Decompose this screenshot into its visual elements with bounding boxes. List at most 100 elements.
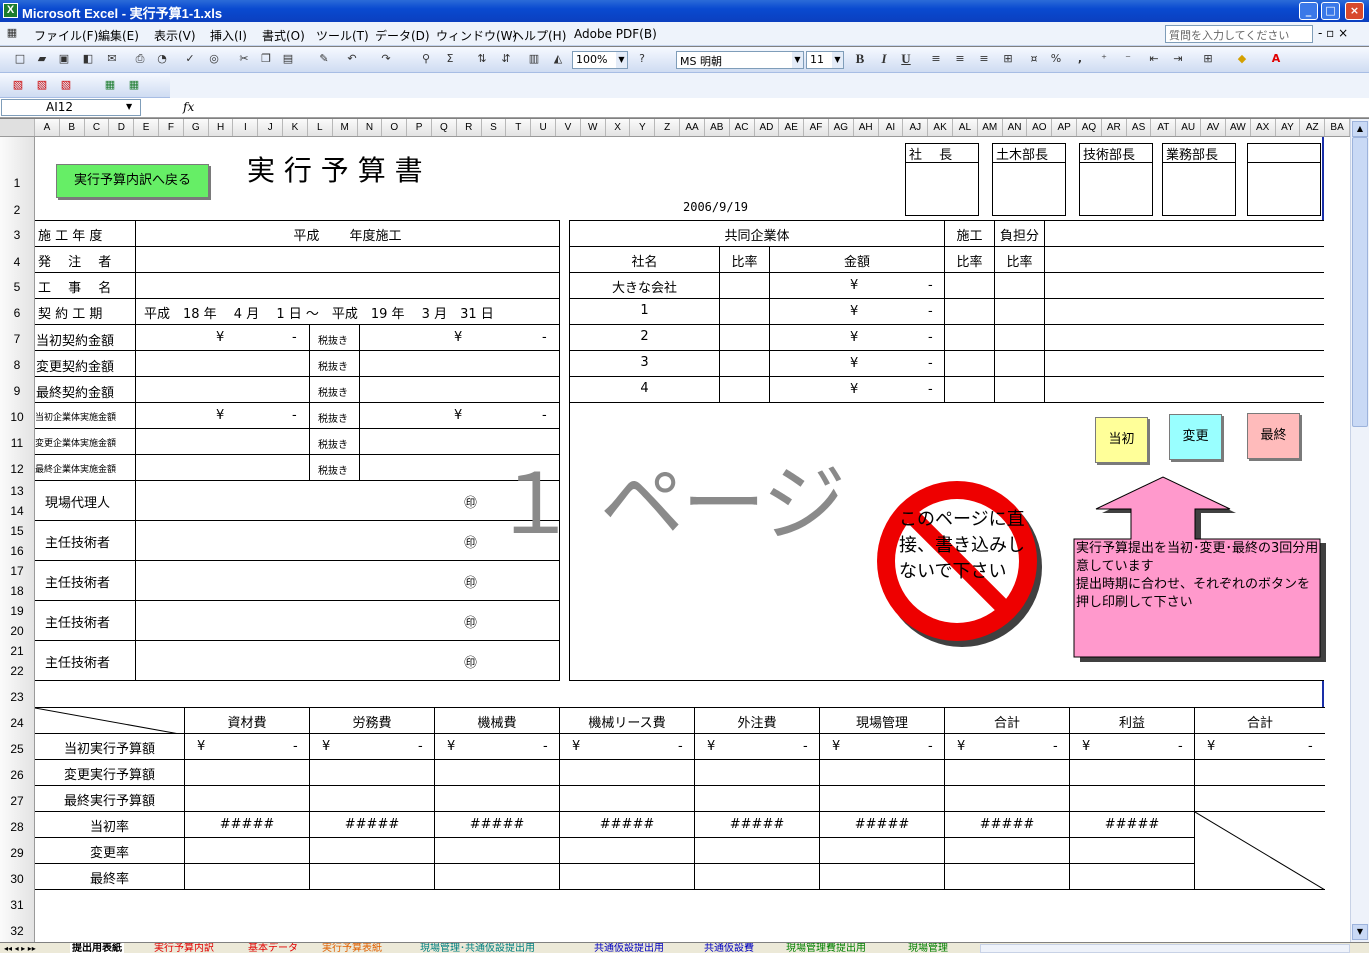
jv-empty-cell[interactable]: [1044, 350, 1324, 377]
menu-file[interactable]: ファイル(F): [34, 27, 98, 44]
column-header[interactable]: G: [184, 119, 209, 136]
tab-budget-detail[interactable]: 実行予算内訳: [152, 943, 216, 953]
jv-empty-cell[interactable]: [1044, 298, 1324, 325]
column-header[interactable]: AH: [854, 119, 879, 136]
jv-ratio-cell[interactable]: [719, 324, 770, 351]
merge-center-icon[interactable]: ⊞: [1000, 51, 1016, 67]
jv-share-ratio-cell[interactable]: [994, 298, 1045, 325]
research-icon[interactable]: ◎: [206, 51, 222, 67]
font-name-select[interactable]: MS 明朝 ▼: [676, 51, 804, 69]
budget-value-cell[interactable]: [434, 863, 560, 890]
budget-value-cell[interactable]: [694, 785, 820, 812]
jv-empty-cell[interactable]: [1044, 376, 1324, 403]
row-header[interactable]: 30: [0, 872, 34, 886]
cut-icon[interactable]: ✂: [236, 51, 252, 67]
budget-value-cell[interactable]: [184, 759, 310, 786]
zoom-select[interactable]: 100% ▼: [572, 51, 628, 69]
row-header[interactable]: 13: [0, 484, 34, 498]
budget-value-cell[interactable]: #####: [434, 811, 560, 838]
comma-button[interactable]: ,: [1072, 51, 1088, 67]
print-change-button[interactable]: 変更: [1169, 414, 1222, 460]
budget-value-cell[interactable]: [1194, 759, 1325, 786]
jv-initial-taxex-value[interactable]: ¥ -: [359, 402, 560, 429]
jv-amount-cell[interactable]: ¥ -: [769, 376, 945, 403]
column-header[interactable]: U: [531, 119, 557, 136]
budget-value-cell[interactable]: ¥ -: [434, 733, 560, 760]
align-center-icon[interactable]: ≡: [952, 51, 968, 67]
pdf-convert-icon[interactable]: ▧: [10, 77, 26, 93]
budget-value-cell[interactable]: [559, 863, 695, 890]
tab-basic-data[interactable]: 基本データ: [246, 943, 300, 953]
row-header[interactable]: 10: [0, 410, 34, 424]
column-header[interactable]: AO: [1027, 119, 1053, 136]
jv-ratio-cell[interactable]: [719, 376, 770, 403]
email-icon[interactable]: ✉: [104, 51, 120, 67]
help-search-input[interactable]: 質問を入力してください: [1165, 25, 1313, 43]
jv-share-ratio-cell[interactable]: [994, 376, 1045, 403]
budget-value-cell[interactable]: #####: [309, 811, 435, 838]
jv-company-name[interactable]: 3: [569, 350, 720, 377]
jv-construction-ratio-cell[interactable]: [944, 272, 995, 299]
budget-value-cell[interactable]: [1194, 785, 1325, 812]
column-header[interactable]: H: [209, 119, 234, 136]
column-header[interactable]: AR: [1102, 119, 1127, 136]
column-header[interactable]: AW: [1226, 119, 1251, 136]
final-contract-taxex-value[interactable]: [359, 376, 560, 403]
jv-ratio-cell[interactable]: [719, 350, 770, 377]
row-header[interactable]: 6: [0, 306, 34, 320]
initial-contract-taxex-value[interactable]: ¥ -: [359, 324, 560, 351]
row-header[interactable]: 32: [0, 924, 34, 938]
row-header[interactable]: 23: [0, 690, 34, 704]
budget-value-cell[interactable]: [819, 863, 945, 890]
column-header[interactable]: L: [308, 119, 333, 136]
column-header[interactable]: K: [283, 119, 308, 136]
pdf-review-icon[interactable]: ▧: [58, 77, 74, 93]
approval-tech-box[interactable]: [1079, 162, 1153, 216]
autosum-icon[interactable]: Σ: [442, 51, 458, 67]
row-header[interactable]: 20: [0, 624, 34, 638]
budget-value-cell[interactable]: [694, 837, 820, 864]
worksheet-grid[interactable]: 実行予算内訳へ戻る 実 行 予 算 書 2006/9/19 社 長 土木部長 技…: [35, 137, 1350, 942]
budget-value-cell[interactable]: ¥ -: [819, 733, 945, 760]
jv-empty-cell[interactable]: [1044, 246, 1324, 273]
column-header[interactable]: M: [333, 119, 358, 136]
column-header[interactable]: A: [35, 119, 60, 136]
jv-ratio-cell[interactable]: [719, 272, 770, 299]
column-header[interactable]: D: [109, 119, 135, 136]
budget-value-cell[interactable]: [1069, 785, 1195, 812]
approval-civil-box[interactable]: [992, 162, 1066, 216]
column-header[interactable]: P: [407, 119, 432, 136]
column-header[interactable]: AI: [879, 119, 904, 136]
column-header[interactable]: AK: [928, 119, 953, 136]
paste-icon[interactable]: ▤: [280, 51, 296, 67]
staff-name-cell[interactable]: ㊞: [135, 640, 560, 681]
decrease-decimal-icon[interactable]: ⁻: [1120, 51, 1136, 67]
hyperlink-icon[interactable]: ⚲: [418, 51, 434, 67]
increase-decimal-icon[interactable]: ⁺: [1096, 51, 1112, 67]
chevron-down-icon[interactable]: ▼: [126, 102, 132, 111]
row-header[interactable]: 19: [0, 604, 34, 618]
budget-value-cell[interactable]: [944, 785, 1070, 812]
orderer-value[interactable]: [135, 246, 560, 273]
undo-icon[interactable]: ↶: [344, 51, 360, 67]
row-header[interactable]: 17: [0, 564, 34, 578]
budget-value-cell[interactable]: [819, 759, 945, 786]
jv-ratio-cell[interactable]: [719, 298, 770, 325]
row-header[interactable]: 21: [0, 644, 34, 658]
column-header[interactable]: X: [606, 119, 631, 136]
underline-button[interactable]: U: [898, 51, 914, 67]
budget-value-cell[interactable]: [944, 837, 1070, 864]
column-header[interactable]: AL: [953, 119, 978, 136]
column-header[interactable]: AX: [1251, 119, 1276, 136]
row-header[interactable]: 9: [0, 384, 34, 398]
name-box[interactable]: AI12: [1, 99, 141, 116]
row-header[interactable]: 15: [0, 524, 34, 538]
menu-format[interactable]: 書式(O): [262, 27, 305, 44]
budget-value-cell[interactable]: [1069, 863, 1195, 890]
document-window-controls[interactable]: - ▫ ×: [1318, 26, 1348, 40]
column-header[interactable]: AE: [779, 119, 805, 136]
budget-value-cell[interactable]: [819, 785, 945, 812]
fill-color-icon[interactable]: ◆: [1234, 51, 1250, 67]
column-header[interactable]: N: [358, 119, 383, 136]
column-header[interactable]: AU: [1176, 119, 1202, 136]
